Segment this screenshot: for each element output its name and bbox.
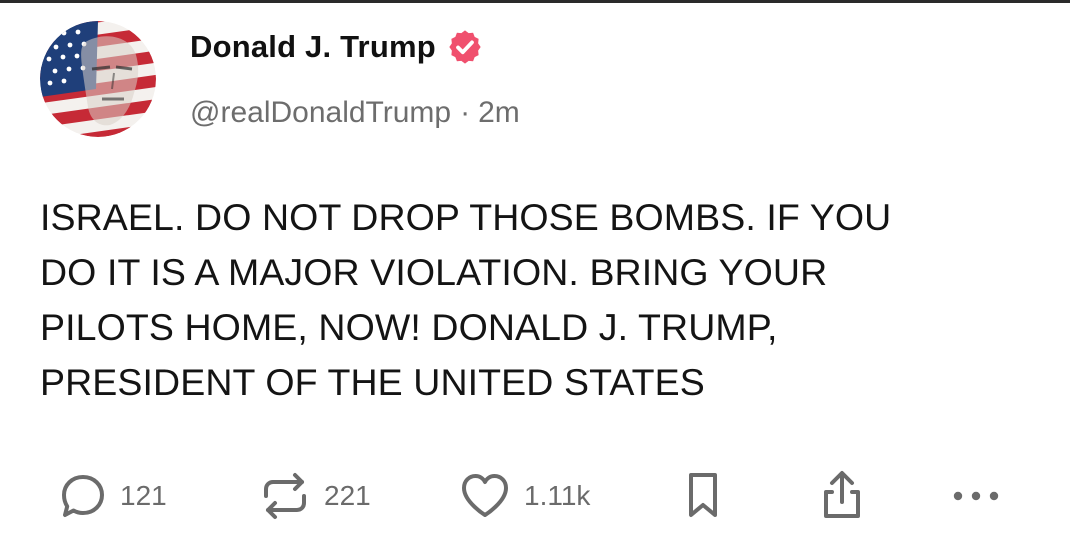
- repost-button[interactable]: 221: [258, 468, 371, 524]
- post-meta: @realDonaldTrump · 2m: [190, 92, 520, 134]
- like-count: 1.11k: [524, 480, 591, 511]
- post-text-line: PRESIDENT OF THE UNITED STATES: [40, 361, 705, 403]
- meta-separator: ·: [460, 96, 471, 129]
- display-name[interactable]: Donald J. Trump: [190, 29, 436, 65]
- reply-count: 121: [120, 480, 167, 511]
- post-body: ISRAEL. DO NOT DROP THOSE BOMBS. IF YOU …: [40, 190, 1040, 410]
- bookmark-icon: [683, 469, 723, 523]
- more-options-button[interactable]: [950, 468, 1002, 524]
- more-dots-icon: [950, 486, 1002, 506]
- share-button[interactable]: [818, 468, 866, 524]
- avatar[interactable]: [40, 21, 156, 137]
- repost-count: 221: [324, 480, 371, 511]
- post-timestamp[interactable]: 2m: [478, 96, 520, 130]
- reply-bubble-icon: [58, 471, 108, 521]
- verified-badge-icon: [446, 28, 484, 66]
- post-text-line: DO IT IS A MAJOR VIOLATION. BRING YOUR: [40, 251, 828, 293]
- top-divider: [0, 0, 1070, 3]
- post-text-line: PILOTS HOME, NOW! DONALD J. TRUMP,: [40, 306, 778, 348]
- bookmark-button[interactable]: [683, 468, 723, 524]
- repost-icon: [258, 469, 312, 523]
- reply-button[interactable]: 121: [58, 468, 167, 524]
- like-button[interactable]: 1.11k: [458, 468, 590, 524]
- share-icon: [818, 468, 866, 524]
- author-handle[interactable]: @realDonaldTrump: [190, 96, 451, 130]
- flag-portrait-avatar-icon: [40, 21, 156, 137]
- action-bar: 121 221 1.11k: [0, 468, 1070, 524]
- heart-icon: [458, 471, 512, 521]
- author-name-row: Donald J. Trump: [190, 26, 484, 68]
- post-text-line: ISRAEL. DO NOT DROP THOSE BOMBS. IF YOU: [40, 196, 892, 238]
